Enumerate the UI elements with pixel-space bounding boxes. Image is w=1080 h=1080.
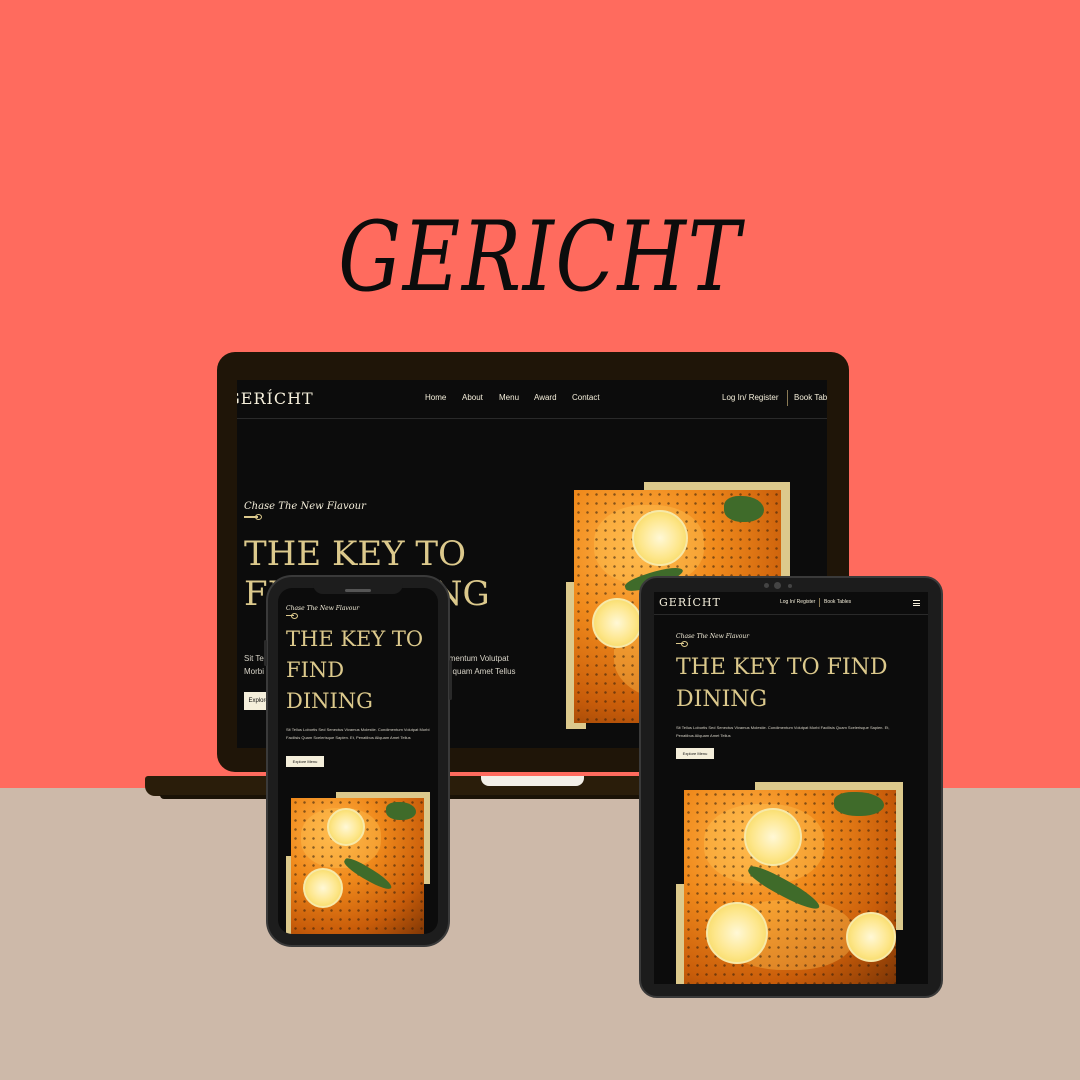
tablet-hero-subtitle: Chase The New Flavour [676, 633, 750, 640]
phone-hero-body: Sit Tellus Lobortis Sed Senectus Vivamus… [286, 727, 430, 740]
phone-power-button [449, 660, 452, 700]
phone-hero-headline: THE KEY TO FIND DINING [286, 624, 436, 717]
laptop-nav-award[interactable]: Award [534, 393, 557, 402]
tablet-explore-menu-button[interactable]: Explore Menu [676, 748, 714, 759]
tablet-book-link[interactable]: Book Tables [824, 599, 851, 605]
laptop-hero-subtitle: Chase The New Flavour [244, 501, 366, 512]
tablet-hero-body: Sit Tellus Lobortis Sed Senectus Vivamus… [676, 725, 890, 738]
tablet-login-link[interactable]: Log In/ Register [780, 599, 815, 605]
laptop-nav-separator [787, 390, 788, 406]
laptop-logo[interactable]: GERÍCHT [237, 389, 314, 408]
laptop-nav-contact[interactable]: Contact [572, 393, 600, 402]
phone-hero-subtitle: Chase The New Flavour [286, 605, 360, 612]
tablet-headline-line-3: DINING [676, 687, 768, 712]
laptop-nav-menu[interactable]: Menu [499, 393, 519, 402]
brand-title: GERICHT [338, 201, 742, 313]
phone-volume-button [264, 640, 267, 666]
laptop-headline-line-1: THE KEY TO [244, 534, 466, 574]
phone-speaker [345, 589, 371, 592]
tablet-nav-separator [819, 598, 820, 607]
tablet-food-image [684, 790, 896, 984]
laptop-navbar: GERÍCHT Home About Menu Award Contact Lo… [237, 380, 827, 419]
phone-headline-line-3: DINING [286, 689, 373, 713]
tablet-camera [764, 583, 769, 588]
phone-food-image [291, 798, 424, 934]
laptop-book-link[interactable]: Book Table [794, 393, 827, 402]
spoon-divider-icon [244, 514, 262, 520]
phone-screen: Chase The New Flavour THE KEY TO FIND DI… [278, 588, 438, 934]
tablet-sensor [788, 584, 792, 588]
spoon-divider-icon [286, 613, 298, 619]
hamburger-menu-icon[interactable] [913, 600, 920, 606]
laptop-login-link[interactable]: Log In/ Register [722, 393, 778, 402]
tablet-screen: GERÍCHT Log In/ Register Book Tables Cha… [654, 592, 928, 984]
spoon-divider-icon [676, 641, 688, 647]
phone-headline-line-1: THE KEY TO [286, 627, 424, 651]
laptop-nav-home[interactable]: Home [425, 393, 446, 402]
phone-headline-line-2: FIND [286, 658, 345, 682]
tablet-camera-lens [774, 582, 781, 589]
laptop-trackpad-notch [481, 776, 584, 786]
tablet-logo[interactable]: GERÍCHT [659, 596, 721, 609]
laptop-nav-about[interactable]: About [462, 393, 483, 402]
tablet-navbar: GERÍCHT Log In/ Register Book Tables [654, 592, 928, 615]
phone-explore-menu-button[interactable]: Explore Menu [286, 756, 324, 767]
tablet-hero-headline: THE KEY TO FIND DINING [676, 652, 916, 716]
phone-notch [313, 582, 403, 594]
tablet-headline-line-1: THE KEY TO [676, 655, 820, 680]
tablet-headline-line-2: FIND [826, 655, 888, 680]
